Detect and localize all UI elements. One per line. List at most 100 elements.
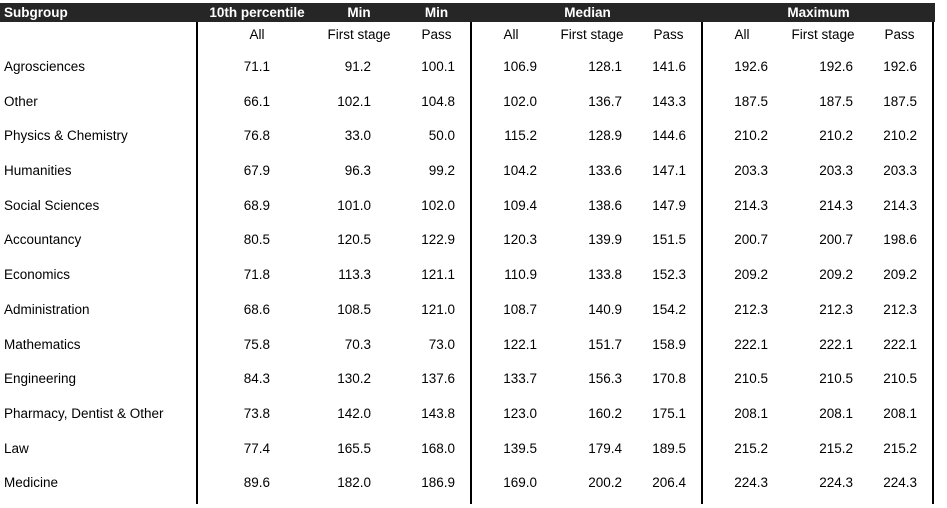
column-subheader: Pass [653,27,684,42]
table-cell: 210.2 [734,128,768,144]
table-row: Accountancy 80.5 120.5 122.9 120.3 139.9 151.5… [0,230,947,265]
table-cell: 165.5 [337,440,371,456]
table-cell: 71.1 [243,59,270,74]
table-cell: 158.9 [652,336,686,352]
table-row: Engineering 84.3 130.2 137.6 133.7 156.3 170.8… [0,369,947,404]
column-group-header: Min [424,5,449,20]
table-cell: 73.0 [428,336,455,352]
table-cell: 187.5 [734,93,768,109]
table-cell: 123.0 [503,405,537,421]
table-cell: 210.5 [883,371,917,387]
table-cell: 89.6 [243,475,270,491]
table-header-bar: Subgroup 10th percentile Min Min Median Maxim… [0,3,935,22]
row-label: Agrosciences [4,59,86,74]
table-row: Physics & Chemistry 76.8 33.0 50.0 115.2 128.… [0,126,947,161]
table-cell: 214.3 [883,197,917,213]
table-cell: 151.5 [652,232,686,248]
table-cell: 144.6 [652,128,686,144]
table-cell: 208.1 [734,405,768,421]
table-cell: 169.0 [503,475,537,491]
table-cell: 91.2 [344,59,371,74]
row-label: Medicine [4,475,59,491]
table-cell: 192.6 [734,59,768,74]
table-cell: 222.1 [734,336,768,352]
table-cell: 209.2 [734,267,768,283]
row-label: Economics [4,267,71,283]
table-cell: 70.3 [344,336,371,352]
table-cell: 102.0 [421,197,455,213]
table-row: Law 77.4 165.5 168.0 139.5 179.4 189.5 215.2 215… [0,439,947,474]
table-cell: 187.5 [883,93,917,109]
table-cell: 121.0 [421,301,455,317]
table-cell: 222.1 [883,336,917,352]
column-subheader: Pass [421,27,452,42]
table-cell: 182.0 [337,475,371,491]
row-label: Social Sciences [4,197,100,213]
row-label: Pharmacy, Dentist & Other [4,405,164,421]
column-group-header: 10th percentile [209,5,305,20]
table-cell: 143.8 [421,405,455,421]
table-cell: 175.1 [652,405,686,421]
table-cell: 154.2 [652,301,686,317]
table-cell: 84.3 [243,371,270,387]
table-cell: 214.3 [734,197,768,213]
table-cell: 208.1 [883,405,917,421]
table-cell: 215.2 [734,440,768,456]
row-label: Law [4,440,29,456]
table-cell: 198.6 [883,232,917,248]
table-cell: 110.9 [504,267,537,283]
table-cell: 100.1 [421,59,455,74]
table-cell: 152.3 [652,267,686,283]
row-label: Accountancy [4,232,82,248]
table-cell: 210.2 [883,128,917,144]
table-cell: 212.3 [734,301,768,317]
table-cell: 224.3 [883,475,917,491]
table-cell: 189.5 [652,440,686,456]
table-cell: 206.4 [652,475,686,491]
table-cell: 122.9 [421,232,455,248]
column-subheader: All [249,27,265,42]
table-cell: 137.6 [421,371,455,387]
table-cell: 71.8 [243,267,270,283]
table-cell: 130.2 [337,371,371,387]
column-group-header: Subgroup [4,5,68,20]
table-row: Administration 68.6 108.5 121.0 108.7 140.9 15… [0,300,947,335]
table-cell: 143.3 [652,93,686,109]
table-cell: 73.8 [243,405,270,421]
table-cell: 75.8 [243,336,270,352]
table-cell: 133.7 [503,371,537,387]
table-row: Mathematics 75.8 70.3 73.0 122.1 151.7 158.9 22… [0,335,947,370]
table-cell: 203.3 [734,163,768,179]
table-cell: 108.7 [503,301,537,317]
table-row: Social Sciences 68.9 101.0 102.0 109.4 138.6 1… [0,196,947,231]
table-cell: 104.2 [503,163,537,179]
table-cell: 212.3 [883,301,917,317]
table-cell: 147.1 [652,163,686,179]
table-cell: 104.8 [421,93,455,109]
table-cell: 113.3 [338,267,371,283]
table-cell: 115.2 [504,128,537,144]
table-cell: 120.5 [337,232,371,248]
table-cell: 224.3 [734,475,768,491]
table-cell: 141.6 [652,59,686,74]
row-label: Other [4,93,38,109]
table-body: Agrosciences 71.1 91.2 100.1 106.9 128.1 141.6… [0,57,947,508]
row-label: Engineering [4,371,77,387]
table-cell: 122.1 [503,336,537,352]
table-cell: 142.0 [337,405,371,421]
table-cell: 200.7 [734,232,768,248]
table-row: Pharmacy, Dentist & Other 73.8 142.0 143.8 1… [0,404,947,439]
table-cell: 77.4 [243,440,270,456]
statistics-table: Subgroup 10th percentile Min Min Median Maxim… [0,0,947,504]
row-label: Humanities [4,163,72,179]
table-subheader-row: All First stage Pass All First stage Pass All F… [0,24,947,46]
column-subheader: All [734,27,750,42]
table-cell: 50.0 [428,128,455,144]
table-row: Other 66.1 102.1 104.8 102.0 136.7 143.3 187.5 1… [0,92,947,127]
table-cell: 215.2 [883,440,917,456]
table-cell: 168.0 [421,440,455,456]
table-cell: 203.3 [883,163,917,179]
column-subheader: First stage [327,27,391,42]
column-subheader: Pass [884,27,915,42]
row-label: Administration [4,301,90,317]
